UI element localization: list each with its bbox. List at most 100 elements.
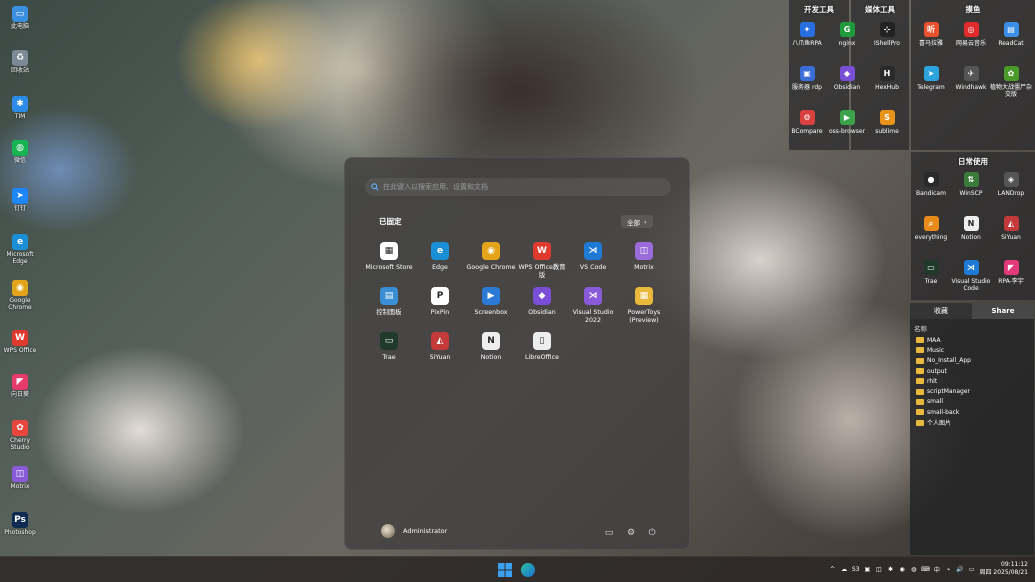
app-everything[interactable]: ⌕ everything bbox=[909, 216, 953, 241]
tray-icon[interactable]: S3 bbox=[851, 565, 860, 574]
app-photoshop[interactable]: Ps Photoshop bbox=[0, 512, 40, 536]
app-trae[interactable]: ▭ Trae bbox=[363, 332, 415, 362]
app-rdp[interactable]: ▣ 服务器 rdp bbox=[785, 66, 829, 91]
app-oss-browser[interactable]: ▶ oss-browser bbox=[825, 110, 869, 135]
app-trae[interactable]: ▭ Trae bbox=[909, 260, 953, 285]
app-sunflower[interactable]: ◤ 向日葵 bbox=[0, 374, 40, 398]
folder-item[interactable]: scriptManager bbox=[916, 386, 1034, 396]
app-label: Edge bbox=[432, 264, 448, 271]
folder-name: 个人图片 bbox=[927, 420, 952, 428]
folder-item[interactable]: No_Install_App bbox=[916, 356, 1034, 366]
app-notion[interactable]: N Notion bbox=[465, 332, 517, 362]
app-libreoffice[interactable]: ▯ LibreOffice bbox=[516, 332, 568, 362]
app-notion[interactable]: N Notion bbox=[949, 216, 993, 241]
app-pvz[interactable]: ✿ 植物大战僵尸杂交版 bbox=[989, 66, 1033, 98]
app-visual-studio[interactable]: ⋊ Visual Studio 2022 bbox=[567, 287, 619, 324]
app-monitor[interactable]: ▭ 此电脑 bbox=[0, 6, 40, 30]
app-wechat[interactable]: ◍ 微信 bbox=[0, 140, 40, 164]
edge-icon: e bbox=[12, 234, 28, 250]
settings-gear-icon[interactable]: ⚙ bbox=[625, 527, 637, 539]
app-obsidian[interactable]: ◆ Obsidian bbox=[825, 66, 869, 91]
user-account[interactable]: Administrator bbox=[381, 524, 447, 538]
app-recycle-bin[interactable]: ♻ 回收站 bbox=[0, 50, 40, 74]
taskbar-edge-button[interactable] bbox=[519, 561, 537, 579]
tray-icon[interactable]: ◍ bbox=[909, 565, 918, 574]
app-rpa-liyu[interactable]: ◤ RPA-李宇 bbox=[989, 260, 1033, 285]
tray-icon[interactable]: ⌁ bbox=[944, 565, 953, 574]
app-motrix[interactable]: ◫ Motrix bbox=[618, 242, 670, 272]
app-label: Notion bbox=[480, 354, 502, 361]
app-edge[interactable]: e Microsoft Edge bbox=[0, 234, 40, 265]
tray-icon[interactable]: ✱ bbox=[886, 565, 895, 574]
start-search-input[interactable] bbox=[383, 183, 663, 191]
folder-item[interactable]: small-back bbox=[916, 407, 1034, 417]
tray-icon[interactable]: ☁ bbox=[840, 565, 849, 574]
folder-item[interactable]: Music bbox=[916, 345, 1034, 355]
tray-icon[interactable]: ^ bbox=[828, 565, 837, 574]
app-ishellpro[interactable]: ⊹ IShellPro bbox=[865, 22, 909, 47]
app-screenbox[interactable]: ▶ Screenbox bbox=[465, 287, 517, 317]
app-siyuan[interactable]: ◭ SiYuan bbox=[414, 332, 466, 362]
app-siyuan[interactable]: ◭ SiYuan bbox=[989, 216, 1033, 241]
folder-item[interactable]: 个人图片 bbox=[916, 417, 1034, 427]
app-landrop[interactable]: ◈ LANDrop bbox=[989, 172, 1033, 197]
start-button[interactable] bbox=[496, 561, 514, 579]
app-winscp[interactable]: ⇅ WinSCP bbox=[949, 172, 993, 197]
folder-item[interactable]: MAA bbox=[916, 335, 1034, 345]
app-edge[interactable]: e Edge bbox=[414, 242, 466, 272]
app-label: Microsoft Edge bbox=[6, 251, 34, 265]
app-vscode[interactable]: ⋊ VS Code bbox=[567, 242, 619, 272]
app-hexhub[interactable]: H HexHub bbox=[865, 66, 909, 91]
start-search-box[interactable] bbox=[365, 178, 671, 196]
app-chrome[interactable]: ◉ Google Chrome bbox=[0, 280, 40, 311]
app-bazhuayu-rpa[interactable]: ✦ 八爪鱼RPA bbox=[785, 22, 829, 47]
tray-icon[interactable]: ⌨ bbox=[921, 565, 930, 574]
siyuan-icon: ◭ bbox=[431, 332, 449, 350]
app-telegram[interactable]: ➤ Telegram bbox=[909, 66, 953, 91]
app-tim[interactable]: ✱ TIM bbox=[0, 96, 40, 120]
app-vscode[interactable]: ⋊ Visual Studio Code bbox=[949, 260, 993, 292]
tray-icon[interactable]: ◉ bbox=[898, 565, 907, 574]
folder-icon[interactable]: ▭ bbox=[603, 527, 615, 539]
files-panel: 收藏 Share 名称 MAA Music No_Install_App output… bbox=[910, 303, 1034, 555]
app-readcat[interactable]: ▤ ReadCat bbox=[989, 22, 1033, 47]
app-cherry-studio[interactable]: ✿ Cherry Studio bbox=[0, 420, 40, 451]
app-powertoys[interactable]: ▦ PowerToys (Preview) bbox=[618, 287, 670, 324]
app-label: Motrix bbox=[634, 264, 654, 271]
app-windhawk[interactable]: ✈ Windhawk bbox=[949, 66, 993, 91]
app-dingtalk[interactable]: ➤ 钉钉 bbox=[0, 188, 40, 212]
search-icon bbox=[371, 183, 379, 191]
app-label: Obsidian bbox=[833, 84, 861, 91]
folder-item[interactable]: rhlt bbox=[916, 376, 1034, 386]
visual-studio-icon: ⋊ bbox=[584, 287, 602, 305]
folder-item[interactable]: output bbox=[916, 366, 1034, 376]
app-obsidian[interactable]: ◆ Obsidian bbox=[516, 287, 568, 317]
tab-share[interactable]: Share bbox=[972, 303, 1034, 319]
tray-icon[interactable]: 🔊 bbox=[956, 565, 965, 574]
app-pixpin[interactable]: P PixPin bbox=[414, 287, 466, 317]
app-ximalaya[interactable]: 听喜马拉雅 bbox=[909, 22, 953, 47]
tray-icon[interactable]: ◫ bbox=[874, 565, 883, 574]
taskbar-clock[interactable]: 09:11:12 周四 2025/08/21 bbox=[976, 561, 1029, 577]
all-apps-button[interactable]: 全部 › bbox=[621, 215, 653, 228]
tray-icon[interactable]: ▣ bbox=[863, 565, 872, 574]
app-chrome[interactable]: ◉ Google Chrome bbox=[465, 242, 517, 272]
app-netease-music[interactable]: ◎ 网易云音乐 bbox=[949, 22, 993, 47]
app-motrix[interactable]: ◫ Motrix bbox=[0, 466, 40, 490]
app-microsoft-store[interactable]: ▦ Microsoft Store bbox=[363, 242, 415, 272]
app-bcompare[interactable]: ⚙ BCompare bbox=[785, 110, 829, 135]
app-wps[interactable]: W WPS Office教育版 bbox=[516, 242, 568, 279]
app-label: SiYuan bbox=[1001, 234, 1021, 241]
tab-favorites[interactable]: 收藏 bbox=[910, 303, 972, 319]
power-icon[interactable]: ⏻ bbox=[646, 527, 658, 539]
folder-item[interactable]: small bbox=[916, 397, 1034, 407]
notion-icon: N bbox=[482, 332, 500, 350]
app-control-panel[interactable]: ▤ 控制面板 bbox=[363, 287, 415, 317]
hexhub-icon: H bbox=[879, 66, 895, 81]
tray-icon[interactable]: 中 bbox=[932, 565, 941, 574]
tray-icon[interactable]: ▭ bbox=[967, 565, 976, 574]
app-bandicam[interactable]: ● Bandicam bbox=[909, 172, 953, 197]
app-sublime[interactable]: Ssublime bbox=[865, 110, 909, 135]
app-wps[interactable]: W WPS Office bbox=[0, 330, 40, 354]
app-nginx[interactable]: Gnginx bbox=[825, 22, 869, 47]
